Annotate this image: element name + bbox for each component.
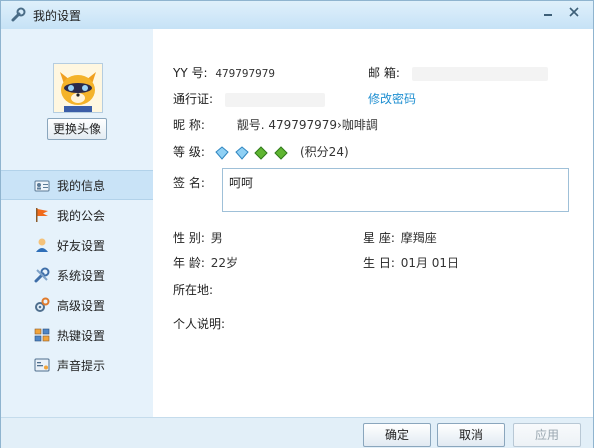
zodiac-label: 星 座: [363,231,395,245]
passport-value-redacted [224,92,325,107]
yy-number-value: 479797979 [215,67,275,80]
nickname-label: 昵 称: [173,118,205,132]
signature-input[interactable]: 呵呵 [222,168,569,212]
sidebar-item-hotkey-settings[interactable]: 热键设置 [1,320,153,350]
birthday-value: 01月 01日 [400,256,460,270]
sidebar-item-label: 好友设置 [57,238,106,253]
change-password-link[interactable]: 修改密码 [368,90,416,107]
close-icon [569,7,579,17]
sidebar-item-advanced-settings[interactable]: 高级设置 [1,290,153,320]
signature-label: 签 名: [173,176,205,190]
apply-button[interactable]: 应用 [513,423,581,447]
person-icon [36,238,48,252]
diamond-icon [214,145,229,160]
wrench-icon [34,267,50,283]
avatar [53,63,103,113]
minimize-icon [544,14,552,16]
cancel-button[interactable]: 取消 [437,423,505,447]
yy-number-label: YY 号: [173,66,208,80]
sidebar-item-sound-alerts[interactable]: 声音提示 [1,350,153,380]
sidebar-item-label: 高级设置 [57,298,106,313]
nickname-value: 靓号. 479797979›咖啡調 [236,118,378,132]
settings-window: 我的设置 更换头像 我的信息 我的公会 好友设置 系统设置 高级设置 热键设置 … [0,0,594,448]
diamond-icon [234,145,249,160]
sidebar-item-label: 热键设置 [57,328,106,343]
level-row: 等 级: (积分24) [173,143,349,160]
gender-row: 性 别: 男 [173,229,223,246]
clover-icon [254,145,269,160]
passport-label: 通行证: [173,92,214,106]
settings-menu: 我的信息 我的公会 好友设置 系统设置 高级设置 热键设置 声音提示 [1,170,153,380]
email-label: 邮 箱: [368,66,400,80]
yy-number-row: YY 号: 479797979 [173,64,275,81]
sidebar-item-label: 声音提示 [57,358,106,373]
id-card-icon [34,180,50,192]
birthday-row: 生 日: 01月 01日 [363,254,459,271]
bio-label: 个人说明: [173,317,226,331]
sidebar-item-my-guild[interactable]: 我的公会 [1,200,153,230]
dialog-footer: 确定 取消 应用 [1,417,593,448]
bio-row: 个人说明: [173,315,225,332]
zodiac-value: 摩羯座 [400,231,437,245]
ok-button[interactable]: 确定 [363,423,431,447]
gender-value: 男 [210,231,223,245]
zodiac-row: 星 座: 摩羯座 [363,229,437,246]
sidebar-item-label: 系统设置 [57,268,106,283]
sidebar-item-system-settings[interactable]: 系统设置 [1,260,153,290]
passport-row: 通行证: [173,90,325,107]
profile-panel: YY 号: 479797979 邮 箱: 通行证: 修改密码 昵 称: 靓号. … [153,29,593,417]
level-score: (积分24) [300,145,349,159]
age-row: 年 龄: 22岁 [173,254,238,271]
wrench-icon [11,7,26,22]
minimize-button[interactable] [535,3,561,21]
location-row: 所在地: [173,281,213,298]
age-value: 22岁 [210,256,238,270]
nickname-row: 昵 称: 靓号. 479797979›咖啡調 [173,116,378,133]
gears-icon [35,297,50,312]
flag-icon [36,208,48,222]
sidebar-item-my-info[interactable]: 我的信息 [1,170,153,200]
level-label: 等 级: [173,145,205,159]
title-bar[interactable]: 我的设置 [1,1,593,29]
sidebar: 更换头像 我的信息 我的公会 好友设置 系统设置 高级设置 热键设置 声音提示 [1,29,153,417]
clover-icon [274,145,288,160]
change-avatar-button[interactable]: 更换头像 [47,118,107,140]
keyboard-icon [34,328,50,342]
birthday-label: 生 日: [363,256,395,270]
close-button[interactable] [561,3,587,21]
sidebar-item-label: 我的信息 [57,178,106,193]
age-label: 年 龄: [173,256,205,270]
sidebar-item-friend-settings[interactable]: 好友设置 [1,230,153,260]
window-title: 我的设置 [33,9,82,23]
raccoon-avatar-icon [54,64,102,112]
email-value-redacted [411,66,548,81]
signature-value: 呵呵 [229,176,254,190]
sound-icon [34,358,50,372]
gender-label: 性 别: [173,231,205,245]
sidebar-item-label: 我的公会 [57,208,106,223]
location-label: 所在地: [173,283,214,297]
email-row: 邮 箱: [368,64,548,81]
